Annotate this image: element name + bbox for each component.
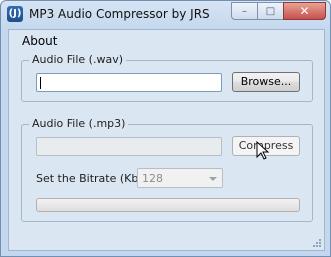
wav-file-input[interactable] xyxy=(36,73,222,92)
mp3-file-input[interactable] xyxy=(36,137,222,156)
progress-bar xyxy=(36,198,300,212)
wav-file-group: Audio File (.wav) Browse... xyxy=(21,53,313,102)
browse-button[interactable]: Browse... xyxy=(232,72,300,92)
mp3-file-group: Audio File (.mp3) Compress Set the Bitra… xyxy=(21,117,313,222)
window-controls: – □ ✕ xyxy=(231,2,326,20)
window-title: MP3 Audio Compressor by JRS xyxy=(29,7,210,21)
text-caret xyxy=(40,77,41,89)
maximize-button[interactable]: □ xyxy=(257,2,283,20)
close-button[interactable]: ✕ xyxy=(283,2,326,20)
chevron-down-icon xyxy=(209,177,217,181)
menu-item-about[interactable]: About xyxy=(22,34,57,48)
mouse-pointer-icon xyxy=(256,141,270,160)
client-area: About Audio File (.wav) Browse... Audio … xyxy=(8,29,325,251)
resize-grip-icon[interactable] xyxy=(312,238,322,248)
bitrate-select[interactable]: 128 xyxy=(137,168,223,188)
wav-group-legend: Audio File (.wav) xyxy=(29,53,126,66)
title-bar[interactable]: (J) MP3 Audio Compressor by JRS – □ ✕ xyxy=(1,1,330,27)
app-window: (J) MP3 Audio Compressor by JRS – □ ✕ Ab… xyxy=(0,0,331,257)
minimize-button[interactable]: – xyxy=(231,2,257,20)
bitrate-selected-value: 128 xyxy=(142,172,163,185)
app-logo-icon: (J) xyxy=(7,6,23,22)
mp3-group-legend: Audio File (.mp3) xyxy=(29,117,129,130)
